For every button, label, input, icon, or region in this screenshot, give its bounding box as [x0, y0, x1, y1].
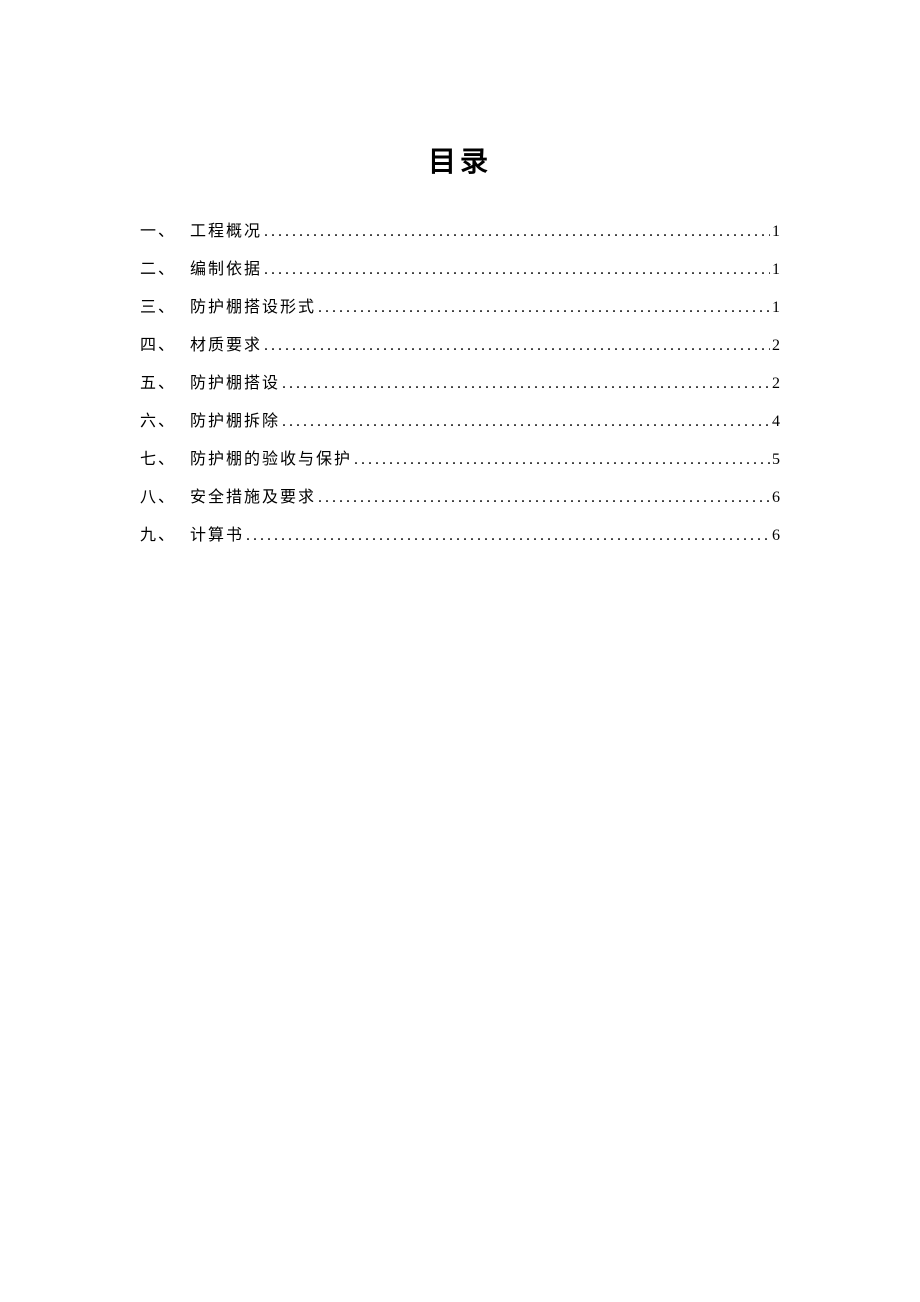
toc-item-number: 六、	[140, 410, 190, 434]
toc-dots	[352, 448, 770, 472]
toc-item-number: 八、	[140, 486, 190, 510]
toc-item-page: 1	[770, 258, 780, 282]
toc-item: 七、 防护棚的验收与保护 5	[140, 448, 780, 472]
toc-item-number: 九、	[140, 524, 190, 548]
toc-item-page: 2	[770, 372, 780, 396]
toc-item-number: 三、	[140, 296, 190, 320]
toc-item: 二、 编制依据 1	[140, 258, 780, 282]
toc-dots	[244, 524, 770, 548]
toc-item-number: 七、	[140, 448, 190, 472]
toc-item-number: 四、	[140, 334, 190, 358]
toc-item-label: 计算书	[190, 524, 244, 548]
toc-item-number: 五、	[140, 372, 190, 396]
toc-item-page: 6	[770, 486, 780, 510]
toc-item-label: 防护棚搭设	[190, 372, 280, 396]
toc-item-label: 编制依据	[190, 258, 262, 282]
toc-item-page: 2	[770, 334, 780, 358]
toc-item-label: 安全措施及要求	[190, 486, 316, 510]
toc-item-label: 防护棚搭设形式	[190, 296, 316, 320]
toc-item-page: 1	[770, 220, 780, 244]
toc-dots	[280, 410, 770, 434]
toc-dots	[316, 486, 770, 510]
toc-item-label: 材质要求	[190, 334, 262, 358]
toc-item: 四、 材质要求 2	[140, 334, 780, 358]
toc-dots	[262, 258, 770, 282]
toc-item-label: 工程概况	[190, 220, 262, 244]
toc-item-label: 防护棚拆除	[190, 410, 280, 434]
toc-list: 一、 工程概况 1 二、 编制依据 1 三、 防护棚搭设形式 1 四、 材质要求…	[140, 220, 780, 548]
toc-item-number: 一、	[140, 220, 190, 244]
toc-item-label: 防护棚的验收与保护	[190, 448, 352, 472]
document-page: 目录 一、 工程概况 1 二、 编制依据 1 三、 防护棚搭设形式 1 四、 材…	[0, 0, 920, 548]
toc-title: 目录	[140, 140, 780, 180]
toc-item: 一、 工程概况 1	[140, 220, 780, 244]
toc-item: 八、 安全措施及要求 6	[140, 486, 780, 510]
toc-item-number: 二、	[140, 258, 190, 282]
toc-dots	[262, 334, 770, 358]
toc-item-page: 5	[770, 448, 780, 472]
toc-item-page: 6	[770, 524, 780, 548]
toc-dots	[280, 372, 770, 396]
toc-dots	[316, 296, 770, 320]
toc-item: 九、 计算书 6	[140, 524, 780, 548]
toc-item-page: 4	[770, 410, 780, 434]
toc-item: 六、 防护棚拆除 4	[140, 410, 780, 434]
toc-item: 三、 防护棚搭设形式 1	[140, 296, 780, 320]
toc-item: 五、 防护棚搭设 2	[140, 372, 780, 396]
toc-item-page: 1	[770, 296, 780, 320]
toc-dots	[262, 220, 770, 244]
